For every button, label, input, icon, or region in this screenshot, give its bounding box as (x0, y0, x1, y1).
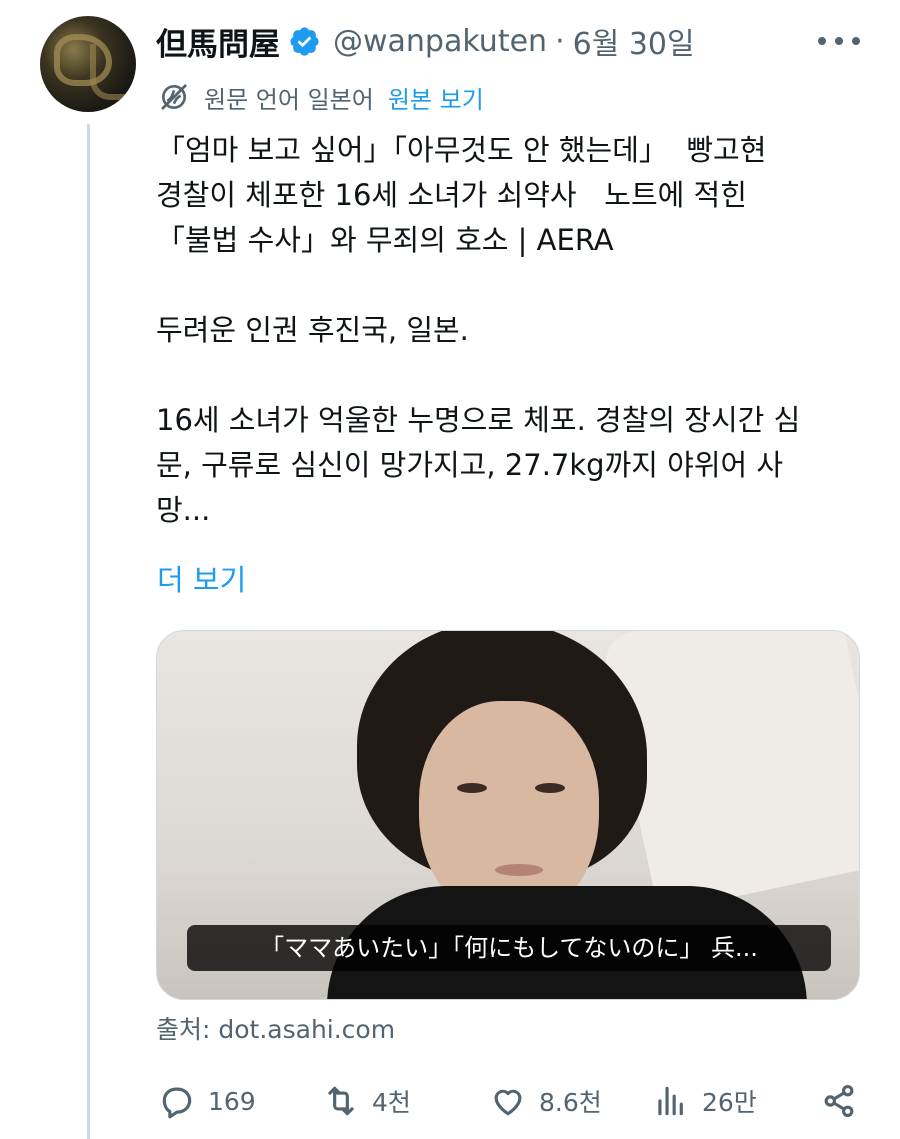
like-count: 8.6천 (539, 1088, 602, 1117)
verified-badge-icon (290, 26, 319, 56)
reply-button[interactable]: 169 (158, 1076, 256, 1126)
tweet-line: 「불법 수사」와 무죄의 호소 | AERA (156, 223, 614, 257)
dot-icon (852, 37, 860, 45)
tweet-line: 「엄마 보고 싶어」「아무것도 안 했는데」 빵고현 (156, 133, 767, 167)
link-source[interactable]: 출처: dot.asahi.com (156, 1010, 395, 1046)
tweet-line (156, 263, 856, 308)
dot-icon (818, 37, 826, 45)
tweet-text: 「엄마 보고 싶어」「아무것도 안 했는데」 빵고현 경찰이 체포한 16세 소… (156, 128, 856, 533)
show-more-link[interactable]: 더 보기 (157, 557, 246, 599)
show-original-link[interactable]: 원본 보기 (388, 80, 484, 115)
retweet-button[interactable]: 4천 (322, 1076, 411, 1126)
media-photo-eye (457, 783, 487, 793)
translation-label: 원문 언어 일본어 (204, 85, 374, 114)
retweet-count: 4천 (372, 1088, 411, 1117)
like-button[interactable]: 8.6천 (489, 1076, 602, 1126)
tweet-line: 망... (156, 493, 211, 527)
translate-globe-icon (161, 84, 187, 110)
views-icon (658, 1086, 683, 1116)
translation-notice: 원문 언어 일본어 원본 보기 (158, 78, 484, 116)
reply-icon (162, 1087, 192, 1119)
tweet-header: 但馬問屋 @wanpakuten · 6월 30일 (156, 16, 695, 66)
reply-count: 169 (208, 1086, 256, 1116)
media-photo-eye (535, 783, 565, 793)
views-count: 26만 (702, 1088, 757, 1117)
separator-dot: · (555, 23, 565, 59)
tweet-line: 경찰이 체포한 16세 소녀가 쇠약사 노트에 적힌 (156, 178, 747, 212)
tweet-line (156, 353, 856, 398)
retweet-icon (328, 1086, 354, 1116)
tweet-date[interactable]: 6월 30일 (573, 19, 695, 63)
display-name[interactable]: 但馬問屋 (156, 19, 280, 64)
media-caption: 「ママあいたい」「何にもしてないのに」 兵... (187, 925, 831, 971)
dot-icon (835, 37, 843, 45)
action-bar: 169 4천 8.6천 26만 (156, 1076, 860, 1126)
tweet-line: 두려운 인권 후진국, 일본. (156, 313, 469, 347)
tweet-line: 문, 구류로 심신이 망가지고, 27.7kg까지 야위어 사 (156, 448, 784, 482)
share-button[interactable] (820, 1076, 858, 1126)
tweet-line: 16세 소녀가 억울한 누명으로 체포. 경찰의 장시간 심 (156, 403, 801, 437)
media-photo-mouth (495, 864, 543, 876)
views-button[interactable]: 26만 (652, 1076, 757, 1126)
media-card[interactable]: 「ママあいたい」「何にもしてないのに」 兵... (156, 630, 860, 1000)
more-options-icon[interactable] (818, 30, 860, 52)
avatar[interactable] (40, 16, 136, 112)
like-icon (494, 1089, 522, 1116)
share-icon (824, 1085, 854, 1117)
handle[interactable]: @wanpakuten (333, 24, 547, 59)
thread-line (87, 124, 90, 1139)
